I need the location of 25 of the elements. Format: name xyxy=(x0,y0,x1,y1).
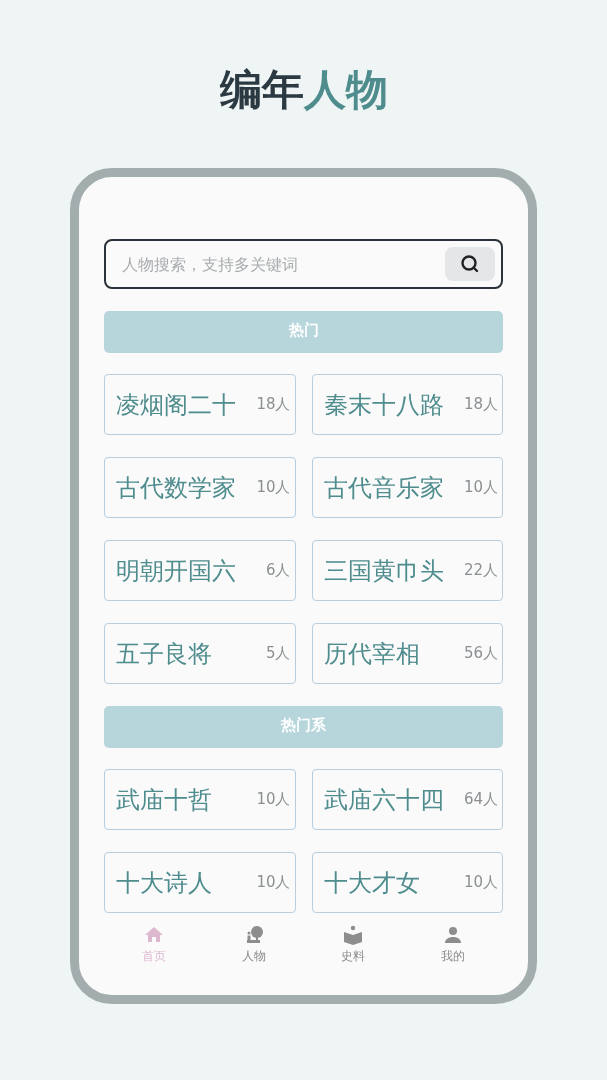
nav-tab[interactable]: 人物 xyxy=(203,915,304,975)
category-card[interactable]: 武庙六十四 64人 xyxy=(311,769,503,830)
category-card[interactable]: 武庙十哲 10人 xyxy=(104,769,296,830)
search-icon xyxy=(460,254,480,274)
nav-tab[interactable]: 我的 xyxy=(403,915,503,975)
user-icon xyxy=(443,925,464,945)
section-heading: 热门 xyxy=(288,321,319,341)
home-icon xyxy=(143,925,164,945)
book-icon xyxy=(343,925,364,945)
nav-tab[interactable]: 史料 xyxy=(303,915,404,975)
search-field[interactable]: 人物搜索，支持多关键词 xyxy=(104,239,503,289)
search-button[interactable] xyxy=(445,247,495,281)
category-card[interactable]: 秦末十八路 18人 xyxy=(311,374,503,435)
category-card[interactable]: 古代数学家 10人 xyxy=(104,457,296,518)
category-card[interactable]: 十大才女 10人 xyxy=(311,852,503,913)
category-card[interactable]: 十大诗人 10人 xyxy=(104,852,296,913)
category-card[interactable]: 历代宰相 56人 xyxy=(311,623,503,684)
category-card[interactable]: 凌烟阁二十 18人 xyxy=(104,374,296,435)
section-heading: 热门系 xyxy=(281,716,326,736)
category-card[interactable]: 明朝开国六 6人 xyxy=(104,540,296,601)
category-card[interactable]: 古代音乐家 10人 xyxy=(311,457,503,518)
page-title: 人物 xyxy=(303,64,388,116)
category-card[interactable]: 三国黄巾头 22人 xyxy=(311,540,503,601)
category-card[interactable]: 五子良将 5人 xyxy=(104,623,296,684)
page-title: 编年 xyxy=(219,64,304,116)
